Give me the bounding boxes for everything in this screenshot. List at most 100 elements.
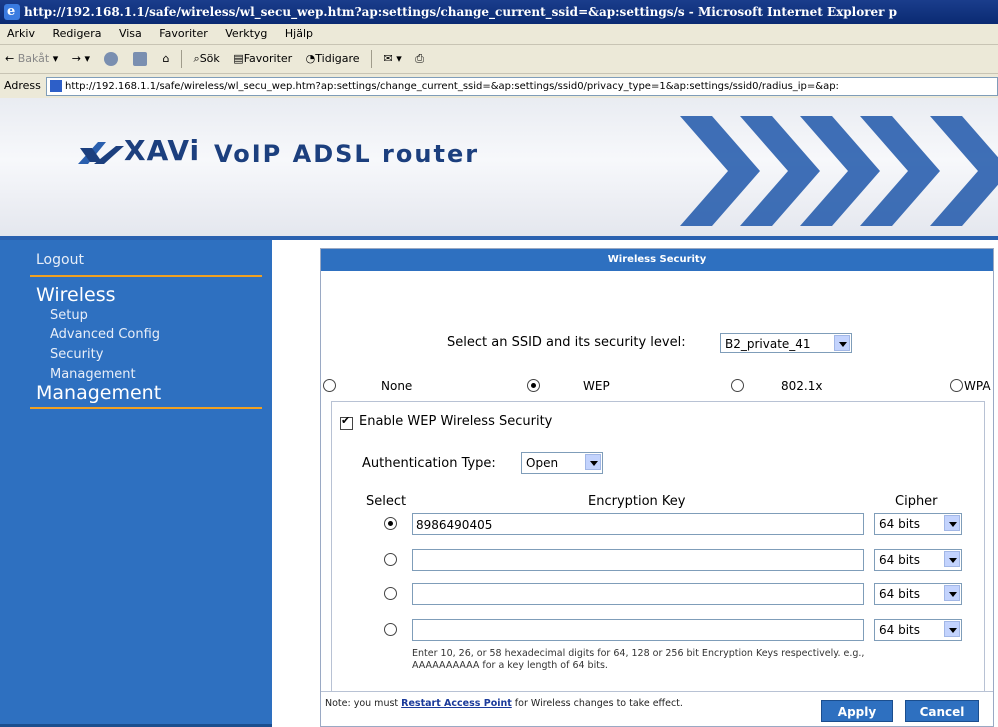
browser-toolbar: ← Bakåt ▾ → ▾ ⌂ ⌕Sök ▤Favoriter ◔Tidigar… bbox=[0, 45, 998, 74]
level-none-label: None bbox=[381, 379, 413, 393]
cipher-select-value: 64 bits bbox=[879, 623, 920, 637]
restart-note: Note: you must Restart Access Point for … bbox=[325, 698, 683, 709]
cipher-select[interactable]: 64 bits bbox=[874, 549, 962, 571]
key-select-radio[interactable] bbox=[384, 587, 397, 600]
toolbar-divider bbox=[181, 50, 183, 68]
encryption-key-column-header: Encryption Key bbox=[588, 494, 686, 509]
security-level-row: None WEP 802.1x WPA bbox=[321, 375, 993, 395]
enable-wep-checkbox[interactable] bbox=[340, 414, 353, 430]
refresh-button[interactable] bbox=[128, 45, 154, 73]
encryption-key-input[interactable] bbox=[412, 549, 864, 571]
history-button[interactable]: ◔Tidigare bbox=[301, 45, 365, 73]
sidebar-item-setup[interactable]: Setup bbox=[50, 308, 88, 323]
level-wpa-label: WPA bbox=[964, 379, 991, 393]
menu-verktyg[interactable]: Verktyg bbox=[218, 24, 274, 44]
banner-chevron-decoration bbox=[930, 116, 998, 226]
level-8021x-radio[interactable] bbox=[731, 379, 744, 392]
menu-bar: Arkiv Redigera Visa Favoriter Verktyg Hj… bbox=[0, 24, 998, 45]
favorites-button[interactable]: ▤Favoriter bbox=[228, 45, 297, 73]
refresh-icon bbox=[133, 52, 148, 66]
encryption-key-input[interactable] bbox=[412, 583, 864, 605]
ssid-select-value: B2_private_41 bbox=[725, 337, 811, 351]
auth-type-select[interactable]: Open bbox=[521, 452, 603, 474]
chevron-down-icon bbox=[944, 621, 960, 637]
sidebar-section-wireless[interactable]: Wireless bbox=[36, 284, 116, 306]
cancel-button[interactable]: Cancel bbox=[905, 700, 979, 722]
xavi-logo-icon bbox=[78, 142, 124, 164]
chevron-down-icon bbox=[944, 551, 960, 567]
panel-footer: Note: you must Restart Access Point for … bbox=[321, 691, 993, 727]
print-icon: ⎙ bbox=[415, 52, 425, 65]
back-button[interactable]: ← Bakåt ▾ bbox=[0, 45, 63, 73]
level-wpa-radio[interactable] bbox=[950, 379, 963, 392]
address-input[interactable]: http://192.168.1.1/safe/wireless/wl_secu… bbox=[46, 77, 998, 96]
home-icon: ⌂ bbox=[162, 52, 170, 65]
level-none-radio[interactable] bbox=[323, 379, 336, 392]
chevron-down-icon bbox=[834, 335, 850, 351]
key-select-radio[interactable] bbox=[384, 517, 397, 530]
menu-visa[interactable]: Visa bbox=[112, 24, 149, 44]
level-wep-radio[interactable] bbox=[527, 379, 540, 392]
chevron-down-icon bbox=[944, 515, 960, 531]
sidebar-logout-link[interactable]: Logout bbox=[36, 252, 84, 268]
home-button[interactable]: ⌂ bbox=[158, 45, 175, 73]
sidebar-section-management[interactable]: Management bbox=[36, 382, 161, 404]
stop-icon bbox=[103, 52, 118, 66]
cipher-select[interactable]: 64 bits bbox=[874, 513, 962, 535]
sidebar-item-management[interactable]: Management bbox=[50, 367, 136, 382]
ssid-label: Select an SSID and its security level: bbox=[447, 335, 686, 350]
enable-wep-label: Enable WEP Wireless Security bbox=[359, 414, 553, 429]
cipher-column-header: Cipher bbox=[895, 494, 938, 509]
wep-settings-box: Enable WEP Wireless Security Authenticat… bbox=[331, 401, 985, 692]
search-button[interactable]: ⌕Sök bbox=[189, 45, 225, 73]
apply-button[interactable]: Apply bbox=[821, 700, 893, 722]
forward-arrow-icon: → bbox=[71, 52, 81, 65]
banner-chevron-decoration bbox=[680, 116, 760, 226]
menu-hjalp[interactable]: Hjälp bbox=[278, 24, 320, 44]
history-icon: ◔ bbox=[305, 52, 316, 65]
ie-icon bbox=[4, 0, 20, 24]
menu-redigera[interactable]: Redigera bbox=[45, 24, 108, 44]
wireless-security-panel: Wireless Security Select an SSID and its… bbox=[320, 248, 994, 727]
forward-button[interactable]: → ▾ bbox=[67, 45, 95, 73]
brand-name: XAVi bbox=[124, 134, 201, 167]
menu-favoriter[interactable]: Favoriter bbox=[152, 24, 214, 44]
content-area: Wireless Security Select an SSID and its… bbox=[272, 240, 998, 727]
favorites-icon: ▤ bbox=[233, 52, 244, 65]
address-label: Adress bbox=[4, 79, 41, 92]
sidebar-divider bbox=[30, 407, 262, 409]
encryption-key-input[interactable] bbox=[412, 619, 864, 641]
cipher-select-value: 64 bits bbox=[879, 517, 920, 531]
product-name: VoIP ADSL router bbox=[214, 140, 480, 168]
mail-button[interactable]: ✉ ▾ bbox=[379, 45, 407, 73]
auth-type-label: Authentication Type: bbox=[362, 456, 496, 471]
menu-arkiv[interactable]: Arkiv bbox=[0, 24, 42, 44]
level-wep-label: WEP bbox=[583, 379, 610, 393]
sidebar-item-advanced-config[interactable]: Advanced Config bbox=[50, 327, 160, 342]
print-button[interactable]: ⎙ bbox=[410, 45, 429, 73]
toolbar-divider bbox=[371, 50, 373, 68]
auth-type-value: Open bbox=[526, 456, 559, 470]
chevron-down-icon bbox=[585, 454, 601, 470]
back-arrow-icon: ← bbox=[5, 52, 15, 65]
mail-icon: ✉ bbox=[383, 52, 393, 65]
key-format-hint: Enter 10, 26, or 58 hexadecimal digits f… bbox=[412, 648, 865, 671]
stop-button[interactable] bbox=[99, 45, 125, 73]
sidebar-item-security[interactable]: Security bbox=[50, 347, 103, 362]
cipher-select[interactable]: 64 bits bbox=[874, 583, 962, 605]
ssid-select[interactable]: B2_private_41 bbox=[720, 333, 852, 353]
router-banner: XAVi VoIP ADSL router bbox=[0, 98, 998, 240]
restart-access-point-link[interactable]: Restart Access Point bbox=[401, 698, 512, 709]
sidebar-divider bbox=[30, 275, 262, 277]
encryption-key-input[interactable]: 8986490405 bbox=[412, 513, 864, 535]
key-select-radio[interactable] bbox=[384, 623, 397, 636]
cipher-select-value: 64 bits bbox=[879, 553, 920, 567]
chevron-down-icon bbox=[944, 585, 960, 601]
window-title: http://192.168.1.1/safe/wireless/wl_secu… bbox=[24, 5, 898, 19]
key-select-radio[interactable] bbox=[384, 553, 397, 566]
cipher-select[interactable]: 64 bits bbox=[874, 619, 962, 641]
cipher-select-value: 64 bits bbox=[879, 587, 920, 601]
panel-title: Wireless Security bbox=[321, 249, 993, 271]
select-column-header: Select bbox=[366, 494, 407, 509]
address-bar: Adress http://192.168.1.1/safe/wireless/… bbox=[0, 74, 998, 99]
